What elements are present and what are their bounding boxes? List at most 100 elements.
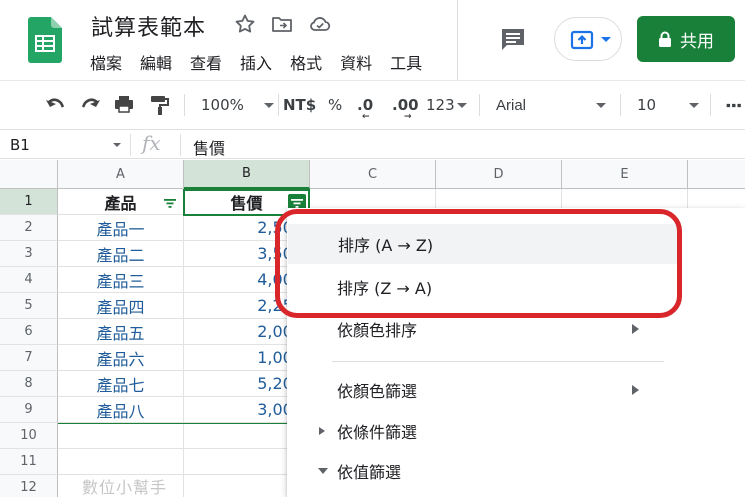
cell-product[interactable]: 產品三 [58,267,184,293]
sheets-logo-icon[interactable] [28,17,62,63]
name-box[interactable]: B1 [10,136,30,154]
formula-bar-separator [180,134,181,156]
undo-icon[interactable] [44,81,66,129]
watermark-text: 數位小幫手 [82,478,168,497]
row-header-10[interactable]: 10 [0,423,58,449]
toolbar-separator [278,94,279,116]
zoom-select[interactable]: 100% [201,81,274,129]
currency-label: NT$ [283,96,317,114]
menu-item-filter-by-condition[interactable]: 依條件篩選 [287,411,677,451]
document-title[interactable]: 試算表範本 [91,10,206,42]
formula-bar: B1 fx 售價 [0,129,745,159]
select-all-corner[interactable] [0,160,58,189]
row-header-11[interactable]: 11 [0,449,58,475]
chevron-down-icon [601,37,611,42]
menu-item-sort-a-z[interactable]: 排序 (A → Z) [288,224,678,264]
header-divider [457,0,458,80]
column-header-f[interactable] [688,160,745,189]
submenu-arrow-icon [632,385,639,395]
font-size-value: 10 [637,96,657,114]
formula-input[interactable]: 售價 [193,135,225,159]
toolbar-separator [479,94,480,116]
column-header-a[interactable]: A [58,160,184,189]
chevron-down-icon[interactable] [113,143,121,147]
row-header-4[interactable]: 4 [0,267,58,293]
cell-product[interactable]: 產品二 [58,241,184,267]
cloud-saved-icon[interactable] [308,12,332,36]
chevron-down-icon [263,102,274,108]
menu-insert[interactable]: 插入 [240,50,272,74]
filter-dropdown-menu: 排序 (A → Z) 排序 (Z → A) 依顏色排序 依顏色篩選 依條件篩選 … [287,208,745,497]
paint-format-icon[interactable] [148,81,170,129]
cell-product[interactable]: 產品一 [58,215,184,241]
present-button[interactable] [554,17,622,61]
cell-empty[interactable] [58,449,184,475]
column-header-b[interactable]: B [184,160,310,189]
row-header-6[interactable]: 6 [0,319,58,345]
row-header-3[interactable]: 3 [0,241,58,267]
currency-button[interactable]: NT$ [283,81,316,129]
arrow-right-icon: → [404,112,412,122]
cell-product[interactable]: 產品八 [58,397,184,423]
zoom-value: 100% [201,96,244,114]
font-value: Arial [496,96,527,114]
collapse-arrow-icon [318,468,328,474]
row-header-5[interactable]: 5 [0,293,58,319]
increase-decimal-button[interactable]: .00 → [392,81,419,129]
lock-icon [659,31,671,47]
toolbar: 100% NT$ % .0 ← .00 → 123 Arial 10 ⋮ [0,81,745,129]
menu-format[interactable]: 格式 [290,50,322,74]
menu-item-filter-by-color[interactable]: 依顏色篩選 [287,370,677,410]
column-header-d[interactable]: D [436,160,562,189]
percent-button[interactable]: % [328,81,342,129]
menu-item-sort-by-color[interactable]: 依顏色排序 [287,309,677,349]
cell-product[interactable]: 產品五 [58,319,184,345]
row-header-12[interactable]: 12 [0,475,58,497]
cell-product[interactable]: 產品七 [58,371,184,397]
share-button[interactable]: 共用 [637,16,735,62]
decrease-decimal-button[interactable]: .0 ← [357,81,373,129]
more-options-button[interactable]: ⋮ [722,81,744,129]
menu-item-filter-by-values[interactable]: 依值篩選 [287,451,677,491]
header-price: 售價 [230,193,263,213]
share-label: 共用 [680,31,714,52]
row-header-7[interactable]: 7 [0,345,58,371]
column-header-c[interactable]: C [310,160,436,189]
row-header-8[interactable]: 8 [0,371,58,397]
row-header-2[interactable]: 2 [0,215,58,241]
column-header-e[interactable]: E [562,160,688,189]
chevron-down-icon [596,103,606,108]
filter-icon[interactable] [162,195,178,211]
row-header-1[interactable]: 1 [0,189,58,215]
expand-arrow-icon [319,427,325,435]
cell-product[interactable]: 產品六 [58,345,184,371]
star-icon[interactable] [233,12,257,36]
menu-tools[interactable]: 工具 [390,50,422,74]
menu-bar: 檔案 編輯 查看 插入 格式 資料 工具 [90,50,440,74]
menu-item-label: 排序 (A → Z) [338,236,434,255]
menu-item-label: 依值篩選 [337,463,402,482]
menu-item-label: 排序 (Z → A) [337,279,433,298]
cell-product[interactable]: 產品四 [58,293,184,319]
move-to-folder-icon[interactable] [270,12,294,36]
chevron-down-icon [689,103,699,108]
more-icon: ⋮ [722,96,744,114]
cell-empty[interactable] [58,423,184,449]
print-icon[interactable] [113,81,135,129]
menu-item-sort-z-a[interactable]: 排序 (Z → A) [287,267,677,307]
menu-file[interactable]: 檔案 [90,50,122,74]
toolbar-separator [184,94,185,116]
comment-history-icon[interactable] [498,24,528,54]
menu-view[interactable]: 查看 [190,50,222,74]
chevron-down-icon [456,102,467,108]
percent-label: % [328,96,343,114]
more-formats-button[interactable]: 123 [426,81,467,129]
formula-bar-separator [130,134,131,156]
header-product: 產品 [104,193,137,213]
row-header-9[interactable]: 9 [0,397,58,423]
font-select[interactable]: Arial [496,81,608,129]
menu-edit[interactable]: 編輯 [140,50,172,74]
font-size-select[interactable]: 10 [637,81,700,129]
menu-data[interactable]: 資料 [340,50,372,74]
redo-icon[interactable] [80,81,102,129]
